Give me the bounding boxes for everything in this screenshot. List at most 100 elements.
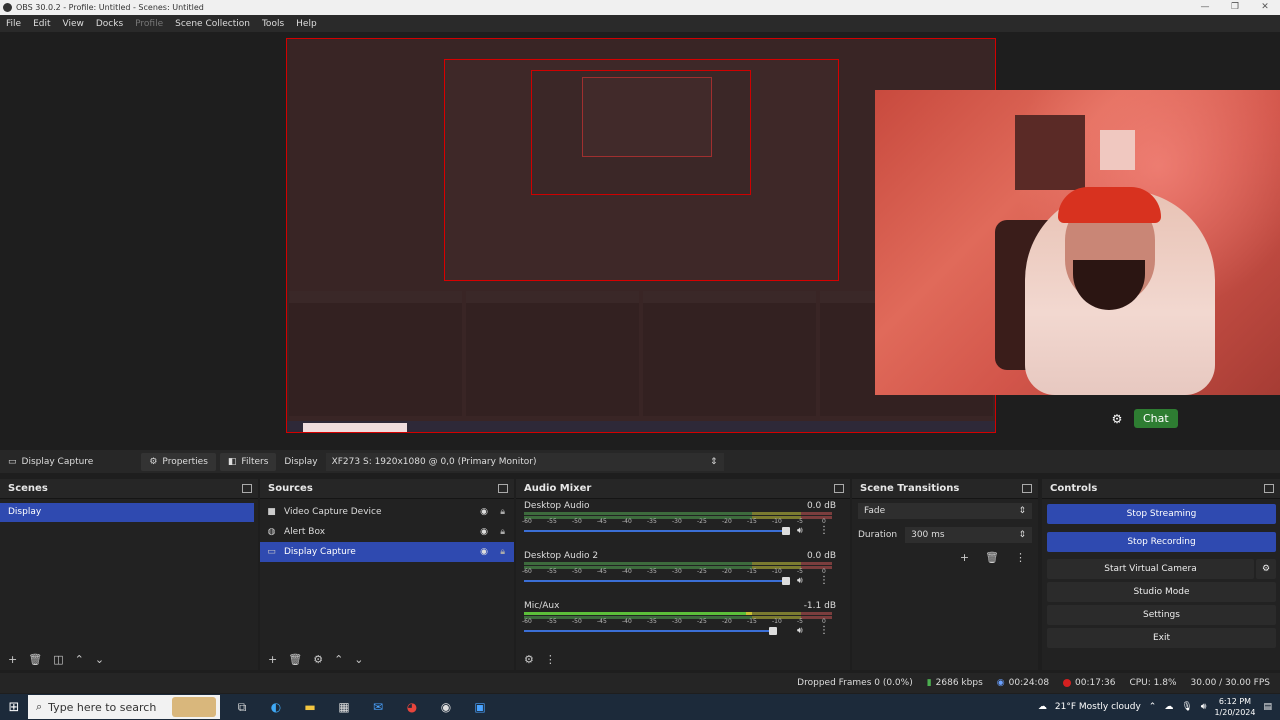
tray-chevron-icon[interactable]: ⌃	[1149, 702, 1157, 712]
eye-icon[interactable]: ◉	[480, 527, 488, 537]
clock[interactable]: 6:12 PM 1/20/2024	[1214, 696, 1255, 718]
scene-item-display[interactable]: Display	[0, 503, 254, 522]
menu-scene-collection[interactable]: Scene Collection	[169, 19, 256, 29]
exit-button[interactable]: Exit	[1047, 628, 1276, 648]
volume-slider[interactable]	[524, 527, 790, 535]
notification-icon[interactable]: ▤	[1263, 702, 1272, 712]
chrome-icon[interactable]: ◕	[402, 700, 422, 715]
meter-tick-label: -10	[772, 518, 782, 525]
trash-icon[interactable]: 🗑	[28, 653, 42, 666]
menu-dots-icon[interactable]: ⋮	[819, 625, 829, 636]
menu-view[interactable]: View	[57, 19, 90, 29]
add-icon[interactable]: +	[8, 653, 17, 666]
properties-label: Properties	[162, 456, 208, 467]
chevron-up-icon[interactable]: ⌃	[334, 653, 343, 666]
speaker-icon[interactable]: 🔊︎	[797, 576, 803, 586]
transition-select[interactable]: Fade ⇕	[858, 503, 1032, 519]
speaker-icon[interactable]: 🔊︎	[797, 526, 803, 536]
cpu-usage: CPU: 1.8%	[1129, 678, 1177, 688]
gear-icon[interactable]: ⚙	[1110, 412, 1124, 426]
filter-icon[interactable]: ◫	[53, 653, 63, 666]
undock-icon[interactable]	[242, 484, 252, 493]
chevron-up-icon[interactable]: ⌃	[75, 653, 84, 666]
obs-icon[interactable]: ◉	[436, 700, 456, 715]
undock-icon[interactable]	[834, 484, 844, 493]
studio-mode-button[interactable]: Studio Mode	[1047, 582, 1276, 602]
chevron-down-icon[interactable]: ⌄	[354, 653, 363, 666]
gear-icon[interactable]: ⚙	[313, 653, 323, 666]
source-item[interactable]: ◍ Alert Box ◉ 🔒︎	[260, 522, 514, 542]
volume-slider-knob[interactable]	[782, 577, 790, 585]
channel-db: 0.0 dB	[806, 501, 836, 511]
settings-button[interactable]: Settings	[1047, 605, 1276, 625]
webcam-source[interactable]	[875, 90, 1280, 395]
taskbar-search[interactable]: ⌕ Type here to search	[28, 695, 220, 719]
volume-slider-knob[interactable]	[769, 627, 777, 635]
menu-dots-icon[interactable]: ⋮	[819, 575, 829, 586]
windows-start-icon[interactable]: ⊞	[0, 700, 28, 715]
task-view-icon[interactable]: ⧉	[232, 700, 252, 715]
mixer-header: Audio Mixer	[516, 479, 850, 499]
app-icon[interactable]: ▣	[470, 700, 490, 715]
trash-icon[interactable]: 🗑	[985, 551, 999, 564]
display-select[interactable]: XF273 S: 1920x1080 @ 0,0 (Primary Monito…	[325, 452, 724, 471]
menu-tools[interactable]: Tools	[256, 19, 290, 29]
trash-icon[interactable]: 🗑	[288, 653, 302, 666]
stop-recording-button[interactable]: Stop Recording	[1047, 532, 1276, 552]
meter-tick-label: -50	[572, 568, 582, 575]
duration-row: Duration 300 ms ⇕	[852, 523, 1038, 547]
advanced-audio-gear-icon[interactable]: ⚙	[524, 653, 534, 666]
chat-button[interactable]: Chat	[1134, 409, 1178, 428]
properties-button[interactable]: ⚙ Properties	[141, 452, 216, 471]
weather-text[interactable]: 21°F Mostly cloudy	[1055, 702, 1141, 712]
minimize-button[interactable]: —	[1190, 0, 1220, 15]
network-icon[interactable]: ☁	[1164, 702, 1173, 712]
edge-icon[interactable]: ◐	[266, 700, 286, 715]
file-explorer-icon[interactable]: ▬	[300, 700, 320, 715]
volume-slider-knob[interactable]	[782, 527, 790, 535]
eye-icon[interactable]: ◉	[480, 547, 488, 557]
chevron-down-icon[interactable]: ⌄	[95, 653, 104, 666]
menu-dots-icon[interactable]: ⋮	[1015, 551, 1026, 564]
menu-help[interactable]: Help	[290, 19, 323, 29]
duration-spinbox[interactable]: 300 ms ⇕	[905, 527, 1032, 543]
undock-icon[interactable]	[1264, 484, 1274, 493]
filters-label: Filters	[241, 456, 269, 467]
menu-profile[interactable]: Profile	[129, 19, 169, 29]
source-item[interactable]: ▭ Display Capture ◉ 🔒︎	[260, 542, 514, 562]
meter-tick-label: -10	[772, 568, 782, 575]
filters-button[interactable]: ◧ Filters	[219, 452, 277, 471]
lock-icon[interactable]: 🔒︎	[500, 527, 505, 537]
volume-slider[interactable]	[524, 627, 777, 635]
source-item[interactable]: ■ Video Capture Device ◉ 🔒︎	[260, 502, 514, 522]
meter-tick-label: -50	[572, 618, 582, 625]
undock-icon[interactable]	[1022, 484, 1032, 493]
store-icon[interactable]: ▦	[334, 700, 354, 715]
meter-tick-label: -55	[547, 518, 557, 525]
menu-file[interactable]: File	[0, 19, 27, 29]
lock-icon[interactable]: 🔒︎	[500, 507, 505, 517]
add-icon[interactable]: +	[268, 653, 277, 666]
menu-docks[interactable]: Docks	[90, 19, 129, 29]
meter-tick-label: -20	[722, 568, 732, 575]
volume-slider[interactable]	[524, 577, 790, 585]
start-virtual-camera-button[interactable]: Start Virtual Camera	[1047, 559, 1254, 579]
speaker-icon[interactable]: 🔊︎	[1201, 702, 1207, 712]
undock-icon[interactable]	[498, 484, 508, 493]
stop-streaming-button[interactable]: Stop Streaming	[1047, 504, 1276, 524]
close-button[interactable]: ✕	[1250, 0, 1280, 15]
mic-icon[interactable]: 🎙︎	[1181, 702, 1192, 712]
eye-icon[interactable]: ◉	[480, 507, 488, 517]
menu-dots-icon[interactable]: ⋮	[819, 525, 829, 536]
maximize-button[interactable]: ❐	[1220, 0, 1250, 15]
speaker-icon[interactable]: 🔊︎	[797, 626, 803, 636]
level-meter	[524, 612, 832, 615]
preview-area[interactable]: ⚙ Chat	[0, 32, 1280, 447]
monitor-icon: ▭	[267, 547, 276, 557]
menu-dots-icon[interactable]: ⋮	[545, 653, 556, 666]
menu-edit[interactable]: Edit	[27, 19, 56, 29]
lock-icon[interactable]: 🔒︎	[500, 547, 505, 557]
add-icon[interactable]: +	[960, 551, 969, 564]
mail-icon[interactable]: ✉	[368, 700, 388, 715]
virtual-camera-gear-icon[interactable]: ⚙	[1256, 559, 1276, 579]
